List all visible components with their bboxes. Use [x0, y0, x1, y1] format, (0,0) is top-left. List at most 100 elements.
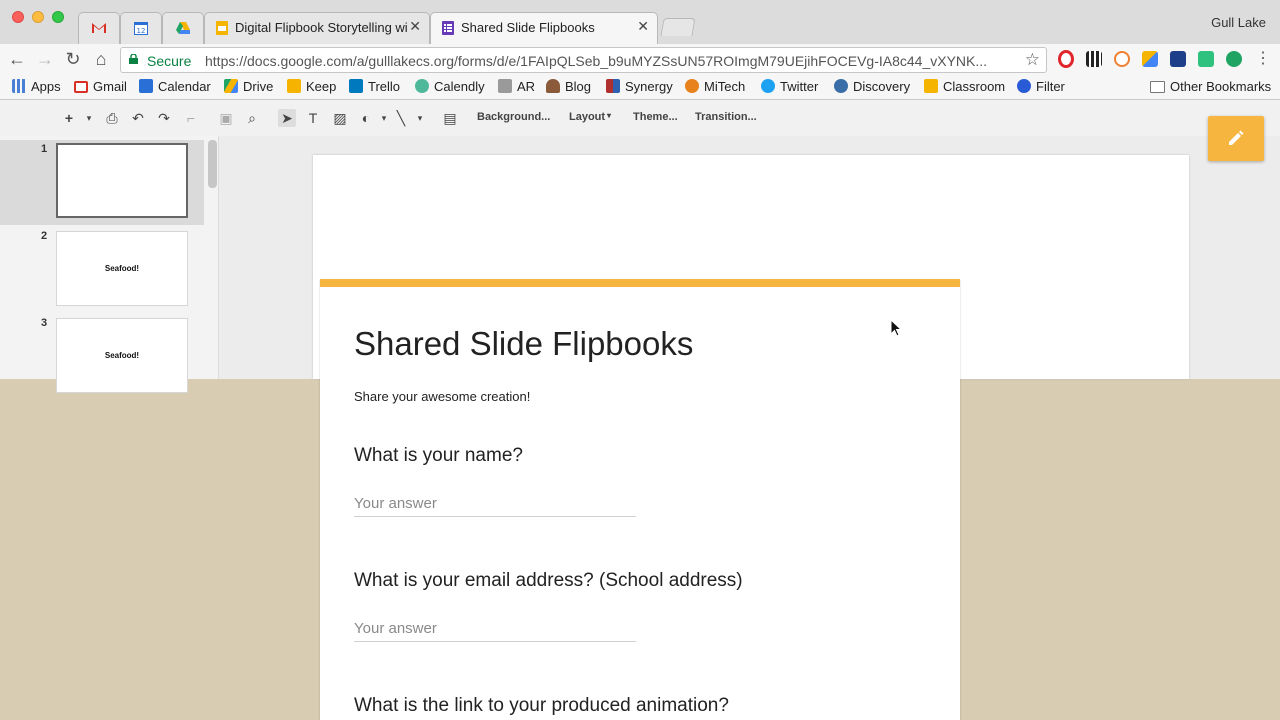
line-dropdown-icon[interactable]: ▾	[411, 109, 429, 127]
tab-drive[interactable]	[162, 12, 204, 44]
lock-icon	[129, 54, 138, 64]
zoom-icon[interactable]: ⌕	[243, 109, 261, 127]
browser-toolbar: ← → ↻ ⌂ Secure https://docs.google.com/a…	[0, 44, 1280, 74]
slide-thumbnail-1[interactable]	[56, 143, 188, 218]
tab-gmail[interactable]	[78, 12, 120, 44]
synergy-icon	[606, 79, 620, 93]
close-tab-icon[interactable]: ✕	[637, 18, 649, 35]
new-slide-dropdown-icon[interactable]: ▾	[80, 109, 98, 127]
color-extension-icon[interactable]	[1142, 51, 1158, 67]
folder-icon	[1150, 81, 1165, 93]
bookmark-ar[interactable]: AR	[498, 79, 535, 94]
qr-code-extension-icon[interactable]	[1086, 51, 1102, 67]
opera-extension-icon[interactable]	[1058, 50, 1074, 68]
close-window-button[interactable]	[12, 11, 24, 23]
comment-icon[interactable]: ▤	[441, 109, 459, 127]
bookmark-blog[interactable]: Blog	[546, 79, 591, 94]
layout-dropdown-icon[interactable]: ▾	[607, 111, 611, 120]
bookmark-discovery[interactable]: Discovery	[834, 79, 910, 94]
bookmark-trello[interactable]: Trello	[349, 79, 400, 94]
bookmark-calendly[interactable]: Calendly	[415, 79, 485, 94]
apps-grid-icon	[12, 79, 26, 93]
bookmark-label: Synergy	[625, 79, 673, 94]
slides-toolbar: + ▾ ⎙ ↶ ↷ ⌐ ▣ ⌕ ➤ T ▨ ◐ ▾ ╲ ▾ ▤ Backgrou…	[0, 100, 1280, 136]
shape-icon[interactable]: ◐	[357, 109, 375, 127]
bookmark-keep[interactable]: Keep	[287, 79, 336, 94]
bookmark-label: Apps	[31, 79, 61, 94]
bookmark-label: Discovery	[853, 79, 911, 94]
bookmark-label: Other Bookmarks	[1170, 79, 1272, 94]
print-icon[interactable]: ⎙	[103, 109, 121, 127]
background-button[interactable]: Background...	[477, 111, 550, 123]
zoom-fit-icon[interactable]: ▣	[217, 109, 235, 127]
mouse-cursor-icon	[890, 319, 902, 337]
bookmark-apps[interactable]: Apps	[12, 79, 61, 94]
green-extension-icon[interactable]	[1226, 51, 1242, 67]
line-icon[interactable]: ╲	[392, 109, 410, 127]
forward-arrow-icon[interactable]: →	[34, 48, 56, 70]
screencastify-extension-icon[interactable]	[1198, 51, 1214, 67]
bookmark-twitter[interactable]: Twitter	[761, 79, 818, 94]
new-tab-button[interactable]	[660, 18, 696, 36]
transition-button[interactable]: Transition...	[695, 111, 757, 123]
calendly-icon	[415, 79, 429, 93]
url-text[interactable]: https://docs.google.com/a/gulllakecs.org…	[205, 53, 1015, 69]
question-name-title: What is your name?	[354, 445, 523, 466]
tab-calendar[interactable]: 12	[120, 12, 162, 44]
drive-icon	[224, 79, 238, 93]
rss-extension-icon[interactable]	[1114, 51, 1130, 67]
blog-icon	[546, 79, 560, 93]
bookmark-label: Twitter	[780, 79, 819, 94]
gmail-icon	[92, 23, 106, 33]
bookmark-drive[interactable]: Drive	[224, 79, 273, 94]
browser-tab-strip: 12 Digital Flipbook Storytelling wi ✕ Sh…	[0, 0, 1280, 45]
home-icon[interactable]: ⌂	[90, 48, 112, 70]
bookmark-label: Gmail	[93, 79, 127, 94]
paint-format-icon[interactable]: ⌐	[182, 109, 200, 127]
discovery-icon	[834, 79, 848, 93]
slides-icon	[216, 21, 228, 35]
tab-title: Shared Slide Flipbooks	[461, 20, 595, 35]
question-email-title: What is your email address? (School addr…	[354, 570, 743, 591]
redo-icon[interactable]: ↷	[155, 109, 173, 127]
edit-pencil-button[interactable]	[1208, 116, 1264, 161]
profile-name[interactable]: Gull Lake	[1211, 15, 1266, 30]
reload-icon[interactable]: ↻	[62, 48, 84, 70]
bookmark-label: Drive	[243, 79, 274, 94]
undo-icon[interactable]: ↶	[129, 109, 147, 127]
image-icon[interactable]: ▨	[331, 109, 349, 127]
bookmark-mitech[interactable]: MiTech	[685, 79, 745, 94]
back-arrow-icon[interactable]: ←	[6, 48, 28, 70]
newsela-extension-icon[interactable]	[1170, 51, 1186, 67]
minimize-window-button[interactable]	[32, 11, 44, 23]
bookmark-gmail[interactable]: Gmail	[74, 79, 127, 94]
bookmark-label: Filter	[1036, 79, 1065, 94]
address-bar[interactable]: Secure https://docs.google.com/a/gulllak…	[120, 47, 1047, 73]
select-cursor-icon[interactable]: ➤	[278, 109, 296, 127]
slide-thumbnail-2[interactable]: Seafood!	[56, 231, 188, 306]
mitech-icon	[685, 79, 699, 93]
bookmark-classroom[interactable]: Classroom	[924, 79, 1005, 94]
theme-button[interactable]: Theme...	[633, 111, 678, 123]
slide-thumbnail-3[interactable]: Seafood!	[56, 318, 188, 393]
tab-forms[interactable]: Shared Slide Flipbooks ✕	[430, 12, 658, 45]
name-answer-input[interactable]	[354, 490, 636, 517]
bookmark-calendar[interactable]: Calendar	[139, 79, 211, 94]
shape-dropdown-icon[interactable]: ▾	[375, 109, 393, 127]
filmstrip-scrollbar[interactable]	[208, 140, 217, 188]
form-card: Shared Slide Flipbooks Share your awesom…	[320, 279, 960, 720]
email-answer-input[interactable]	[354, 615, 636, 642]
layout-button[interactable]: Layout	[569, 111, 605, 123]
bookmark-filter[interactable]: Filter	[1017, 79, 1065, 94]
form-accent-bar	[320, 279, 960, 287]
close-tab-icon[interactable]: ✕	[409, 18, 421, 35]
bookmark-star-icon[interactable]: ☆	[1025, 50, 1040, 70]
bookmark-synergy[interactable]: Synergy	[606, 79, 673, 94]
bookmarks-bar: Apps Gmail Calendar Drive Keep Trello Ca…	[0, 74, 1280, 100]
bookmark-other-bookmarks[interactable]: Other Bookmarks	[1150, 79, 1271, 94]
maximize-window-button[interactable]	[52, 11, 64, 23]
new-slide-plus-icon[interactable]: +	[60, 109, 78, 127]
menu-kebab-icon[interactable]: ⋮	[1252, 48, 1274, 70]
tab-slides[interactable]: Digital Flipbook Storytelling wi ✕	[204, 12, 430, 44]
text-box-icon[interactable]: T	[304, 109, 322, 127]
